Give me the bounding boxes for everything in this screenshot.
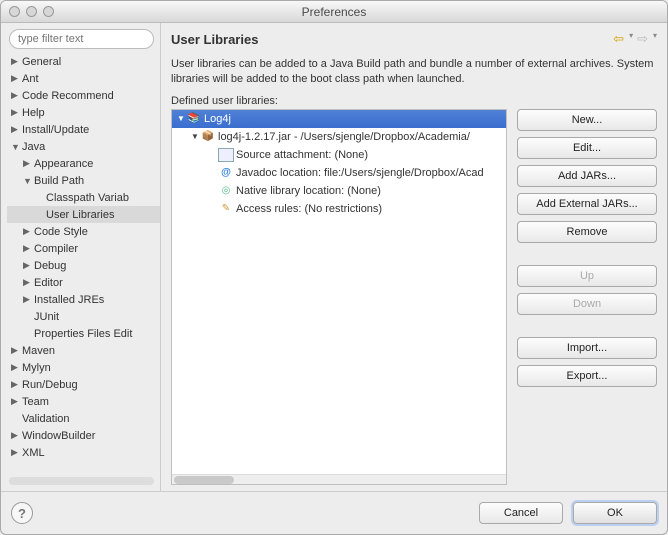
tree-item[interactable]: ▶Code Style (7, 223, 160, 240)
tree-item[interactable]: ▶General (7, 53, 160, 70)
library-row[interactable]: ▼log4j-1.2.17.jar - /Users/sjengle/Dropb… (172, 128, 506, 146)
library-row[interactable]: Javadoc location: file:/Users/sjengle/Dr… (172, 164, 506, 182)
src-icon (218, 148, 234, 162)
tree-item[interactable]: ▼Java (7, 138, 160, 155)
jar-icon (200, 130, 216, 144)
tree-item[interactable]: ▶Appearance (7, 155, 160, 172)
edit-button[interactable]: Edit... (517, 137, 657, 159)
tree-item[interactable]: ▶Code Recommend (7, 87, 160, 104)
preferences-window: Preferences ▶General▶Ant▶Code Recommend▶… (0, 0, 668, 535)
titlebar: Preferences (1, 1, 667, 23)
tree-item[interactable]: ▶Ant (7, 70, 160, 87)
page-description: User libraries can be added to a Java Bu… (171, 57, 657, 87)
tree-item[interactable]: ▶Installed JREs (7, 291, 160, 308)
help-icon[interactable]: ? (11, 502, 33, 524)
library-row[interactable]: ▼Log4j (172, 110, 506, 128)
tree-item[interactable]: ▼Build Path (7, 172, 160, 189)
tree-item[interactable]: ▶Editor (7, 274, 160, 291)
tree-item[interactable]: ▶Maven (7, 342, 160, 359)
ok-button[interactable]: OK (573, 502, 657, 524)
jd-icon (218, 166, 234, 180)
add-jars-button[interactable]: Add JARs... (517, 165, 657, 187)
sidebar: ▶General▶Ant▶Code Recommend▶Help▶Install… (1, 23, 161, 491)
tree-item[interactable]: User Libraries (7, 206, 160, 223)
nat-icon (218, 184, 234, 198)
tree-item[interactable]: Classpath Variab (7, 189, 160, 206)
library-row[interactable]: Native library location: (None) (172, 182, 506, 200)
tree-item[interactable]: ▶Debug (7, 257, 160, 274)
footer: ? Cancel OK (1, 491, 667, 534)
button-column: New... Edit... Add JARs... Add External … (517, 109, 657, 485)
main-panel: User Libraries ⇦▾ ⇨▾ User libraries can … (161, 23, 667, 491)
filter-input[interactable] (9, 29, 154, 49)
tree-item[interactable]: ▶WindowBuilder (7, 427, 160, 444)
preference-tree[interactable]: ▶General▶Ant▶Code Recommend▶Help▶Install… (5, 53, 160, 473)
tree-item[interactable]: ▶Compiler (7, 240, 160, 257)
page-title: User Libraries (171, 32, 258, 47)
forward-menu-icon: ▾ (653, 31, 657, 47)
new-button[interactable]: New... (517, 109, 657, 131)
down-button: Down (517, 293, 657, 315)
horizontal-scrollbar[interactable] (172, 474, 506, 484)
tree-item[interactable]: ▶XML (7, 444, 160, 461)
library-row[interactable]: Source attachment: (None) (172, 146, 506, 164)
remove-button[interactable]: Remove (517, 221, 657, 243)
back-icon[interactable]: ⇦ (613, 31, 624, 47)
add-external-jars-button[interactable]: Add External JARs... (517, 193, 657, 215)
window-title: Preferences (1, 5, 667, 19)
library-list[interactable]: ▼Log4j▼log4j-1.2.17.jar - /Users/sjengle… (171, 109, 507, 485)
tree-item[interactable]: ▶Install/Update (7, 121, 160, 138)
import-button[interactable]: Import... (517, 337, 657, 359)
tree-item[interactable]: ▶Help (7, 104, 160, 121)
tree-item[interactable]: ▶Team (7, 393, 160, 410)
acc-icon (218, 202, 234, 216)
library-row[interactable]: Access rules: (No restrictions) (172, 200, 506, 218)
tree-item[interactable]: Properties Files Edit (7, 325, 160, 342)
tree-item[interactable]: ▶Run/Debug (7, 376, 160, 393)
cancel-button[interactable]: Cancel (479, 502, 563, 524)
nav-history: ⇦▾ ⇨▾ (613, 31, 657, 47)
sidebar-scrollbar[interactable] (9, 477, 154, 485)
up-button: Up (517, 265, 657, 287)
tree-item[interactable]: Validation (7, 410, 160, 427)
tree-item[interactable]: ▶Mylyn (7, 359, 160, 376)
back-menu-icon[interactable]: ▾ (629, 31, 633, 47)
tree-item[interactable]: JUnit (7, 308, 160, 325)
export-button[interactable]: Export... (517, 365, 657, 387)
defined-libraries-label: Defined user libraries: (171, 95, 657, 107)
forward-icon: ⇨ (637, 31, 648, 47)
lib-icon (186, 112, 202, 126)
